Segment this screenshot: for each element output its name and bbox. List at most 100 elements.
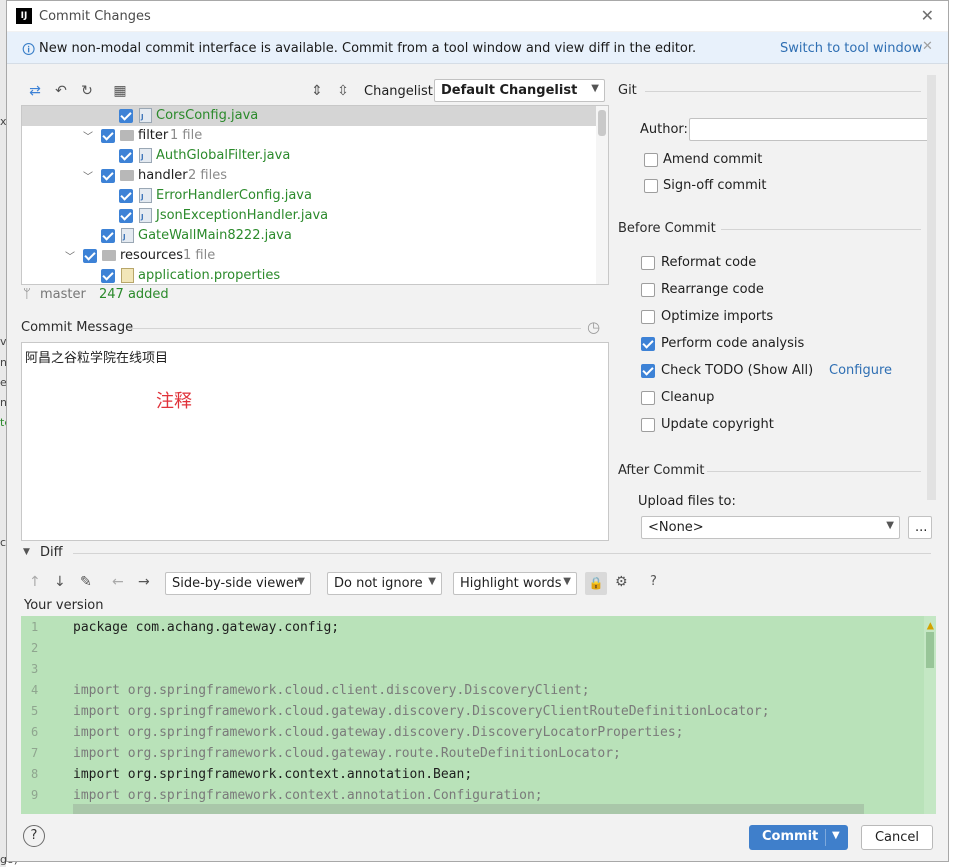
after-commit-header: After Commit [618, 463, 705, 478]
tree-row[interactable]: ﹀ filter 1 file [22, 126, 596, 146]
commit-options-chevron-icon[interactable]: ▼ [832, 830, 840, 841]
amend-commit-checkbox[interactable] [644, 153, 658, 167]
configure-todo-link[interactable]: Configure [829, 363, 892, 378]
reformat-code-checkbox[interactable] [641, 256, 655, 270]
diff-code-viewer[interactable]: 1 package com.achang.gateway.config; 2 3… [21, 616, 936, 814]
viewer-mode-select[interactable]: Side-by-side viewer ▼ [165, 572, 311, 595]
include-checkbox[interactable] [101, 229, 115, 243]
include-checkbox[interactable] [119, 189, 133, 203]
update-copyright-checkbox[interactable] [641, 418, 655, 432]
tree-item-label: AuthGlobalFilter.java [156, 148, 291, 163]
commit-button[interactable]: Commit ▼ [749, 825, 848, 850]
chevron-down-icon: ▼ [563, 576, 571, 587]
close-icon[interactable]: ✕ [921, 6, 934, 25]
cancel-button[interactable]: Cancel [861, 825, 933, 850]
diff-header: Diff [40, 545, 63, 560]
optimize-imports-checkbox[interactable] [641, 310, 655, 324]
dismiss-banner-icon[interactable]: ✕ [922, 39, 933, 54]
branch-name: master [40, 287, 86, 302]
java-file-icon [139, 108, 152, 123]
chevron-down-icon[interactable]: ▼ [23, 547, 30, 557]
cleanup-checkbox[interactable] [641, 391, 655, 405]
folder-icon [120, 130, 134, 141]
warning-icon[interactable]: ▲ [927, 618, 934, 632]
code-line: import org.springframework.cloud.gateway… [73, 746, 621, 761]
highlight-mode-select[interactable]: Highlight words ▼ [453, 572, 577, 595]
code-scrollbar-thumb[interactable] [926, 632, 934, 668]
back-icon[interactable]: ← [112, 574, 124, 590]
changelist-select[interactable]: Default Changelist ▼ [434, 79, 605, 102]
banner-message: New non-modal commit interface is availa… [39, 41, 697, 56]
intellij-app-icon: IJ [16, 8, 32, 24]
tree-item-label: JsonExceptionHandler.java [156, 208, 329, 223]
tree-row[interactable]: ﹀ handler 2 files [22, 166, 596, 186]
next-difference-icon[interactable]: ↓ [54, 574, 66, 590]
tree-item-label: application.properties [138, 268, 281, 283]
include-checkbox[interactable] [101, 269, 115, 283]
author-label: Author: [640, 122, 688, 137]
chevron-down-icon[interactable]: ﹀ [65, 248, 75, 263]
signoff-commit-checkbox[interactable] [644, 179, 658, 193]
show-diff-icon[interactable]: ⇄ [27, 83, 43, 99]
tree-row[interactable]: CorsConfig.java [22, 106, 596, 126]
perform-code-analysis-checkbox[interactable] [641, 337, 655, 351]
tree-scrollbar[interactable] [596, 106, 608, 284]
upload-target-value: <None> [648, 520, 704, 535]
help-button[interactable]: ? [23, 825, 45, 847]
reformat-code-label: Reformat code [661, 255, 757, 270]
include-checkbox[interactable] [119, 209, 133, 223]
tree-row[interactable]: ﹀ resources 1 file [22, 246, 596, 266]
commit-history-icon[interactable]: ◷ [587, 318, 600, 336]
group-by-icon[interactable]: ▦ [112, 83, 128, 99]
forward-icon[interactable]: → [138, 574, 150, 590]
check-todo-checkbox[interactable] [641, 364, 655, 378]
collapse-all-icon[interactable]: ⇳ [335, 83, 351, 99]
title-bar: IJ Commit Changes ✕ [7, 1, 948, 31]
highlight-mode-value: Highlight words [460, 576, 562, 591]
commit-message-text: 阿昌之谷粒学院在线项目 [25, 351, 169, 366]
include-checkbox[interactable] [101, 129, 115, 143]
switch-to-tool-window-link[interactable]: Switch to tool window [780, 41, 922, 56]
diff-help-icon[interactable]: ? [650, 574, 657, 589]
commit-message-input[interactable]: 阿昌之谷粒学院在线项目 注释 [21, 342, 609, 541]
expand-all-icon[interactable]: ⇕ [309, 83, 325, 99]
line-number: 8 [31, 767, 39, 781]
upload-more-button[interactable]: ... [908, 516, 932, 539]
chevron-down-icon[interactable]: ﹀ [83, 128, 93, 143]
include-checkbox[interactable] [101, 169, 115, 183]
tree-row[interactable]: AuthGlobalFilter.java [22, 146, 596, 166]
edit-source-icon[interactable]: ✎ [80, 574, 92, 590]
code-scrollbar[interactable]: ▲ [924, 616, 936, 814]
tree-row[interactable]: GateWallMain8222.java [22, 226, 596, 246]
previous-difference-icon[interactable]: ↑ [29, 574, 41, 590]
java-file-icon [121, 228, 134, 243]
upload-target-select[interactable]: <None> ▼ [641, 516, 900, 539]
lock-icon[interactable]: 🔒 [585, 572, 607, 595]
code-line: import org.springframework.cloud.gateway… [73, 704, 770, 719]
rollback-icon[interactable]: ↶ [53, 83, 69, 99]
tree-scrollbar-thumb[interactable] [598, 110, 606, 136]
author-input[interactable] [689, 118, 930, 141]
ignore-whitespace-select[interactable]: Do not ignore ▼ [327, 572, 442, 595]
tree-row[interactable]: JsonExceptionHandler.java [22, 206, 596, 226]
include-checkbox[interactable] [83, 249, 97, 263]
line-number: 1 [31, 620, 39, 634]
tree-item-count: 2 files [188, 168, 227, 183]
commit-message-label: Commit Message [21, 320, 134, 335]
horizontal-scrollbar[interactable] [73, 804, 864, 814]
refresh-icon[interactable]: ↻ [79, 83, 95, 99]
optimize-imports-label: Optimize imports [661, 309, 774, 324]
rearrange-code-checkbox[interactable] [641, 283, 655, 297]
upload-more-label: ... [915, 520, 928, 535]
chevron-down-icon[interactable]: ﹀ [83, 168, 93, 183]
include-checkbox[interactable] [119, 149, 133, 163]
tree-item-label: handler [138, 168, 188, 183]
tree-row[interactable]: application.properties [22, 266, 596, 284]
window-title: Commit Changes [39, 9, 151, 24]
java-file-icon [139, 208, 152, 223]
settings-gear-icon[interactable]: ⚙ [615, 574, 628, 590]
ignore-whitespace-value: Do not ignore [334, 576, 423, 591]
options-scrollbar[interactable] [927, 75, 936, 500]
tree-row[interactable]: ErrorHandlerConfig.java [22, 186, 596, 206]
include-checkbox[interactable] [119, 109, 133, 123]
